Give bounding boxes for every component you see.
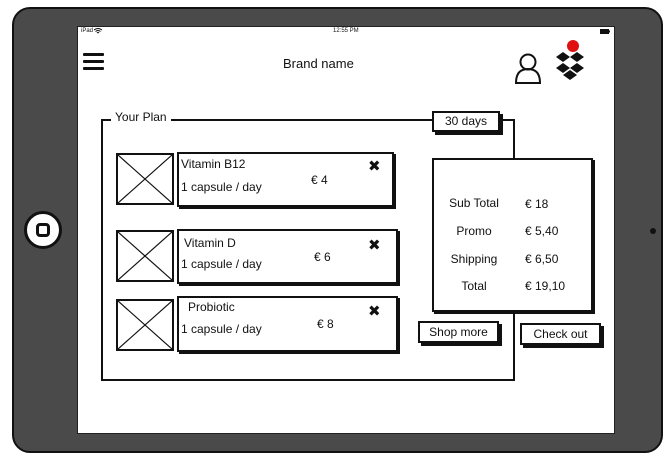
remove-icon[interactable]: ✖ [368, 236, 381, 254]
remove-icon[interactable]: ✖ [368, 157, 381, 175]
summary-label: Sub Total [449, 196, 499, 210]
menu-icon[interactable] [83, 53, 104, 70]
item-name: Vitamin B12 [181, 157, 246, 171]
item-dose: 1 capsule / day [181, 257, 262, 271]
summary-value: € 5,40 [525, 224, 559, 238]
status-device-label: iPad [81, 28, 94, 34]
camera-dot [650, 228, 656, 234]
summary-label: Promo [456, 224, 492, 238]
item-price: € 8 [317, 317, 334, 331]
image-placeholder-icon [117, 231, 173, 281]
plan-title: Your Plan [111, 110, 171, 124]
status-time: 12:55 PM [333, 28, 359, 34]
summary-value: € 19,10 [525, 279, 566, 293]
item-dose: 1 capsule / day [181, 322, 262, 336]
image-placeholder-icon [117, 154, 173, 204]
product-image [116, 153, 174, 205]
wifi-icon [94, 28, 102, 34]
item-price: € 6 [314, 250, 331, 264]
home-button[interactable] [24, 211, 62, 249]
check-out-button[interactable]: Check out [520, 323, 601, 345]
summary-label: Total [461, 279, 487, 293]
product-image [116, 230, 174, 282]
brand-name: Brand name [283, 56, 354, 71]
item-price: € 4 [311, 173, 328, 187]
summary-value: € 18 [525, 197, 549, 211]
image-placeholder-icon [117, 300, 173, 350]
summary-value: € 6,50 [525, 252, 559, 266]
item-name: Probiotic [188, 300, 235, 314]
item-dose: 1 capsule / day [181, 180, 262, 194]
shop-more-button[interactable]: Shop more [418, 321, 499, 343]
user-icon[interactable] [513, 52, 545, 86]
battery-icon [600, 29, 610, 34]
notification-badge [567, 40, 579, 52]
duration-button[interactable]: 30 days [432, 111, 500, 132]
dropbox-icon[interactable] [555, 50, 585, 82]
product-image [116, 299, 174, 351]
summary-label: Shipping [450, 252, 498, 266]
item-name: Vitamin D [184, 236, 236, 250]
remove-icon[interactable]: ✖ [368, 302, 381, 320]
